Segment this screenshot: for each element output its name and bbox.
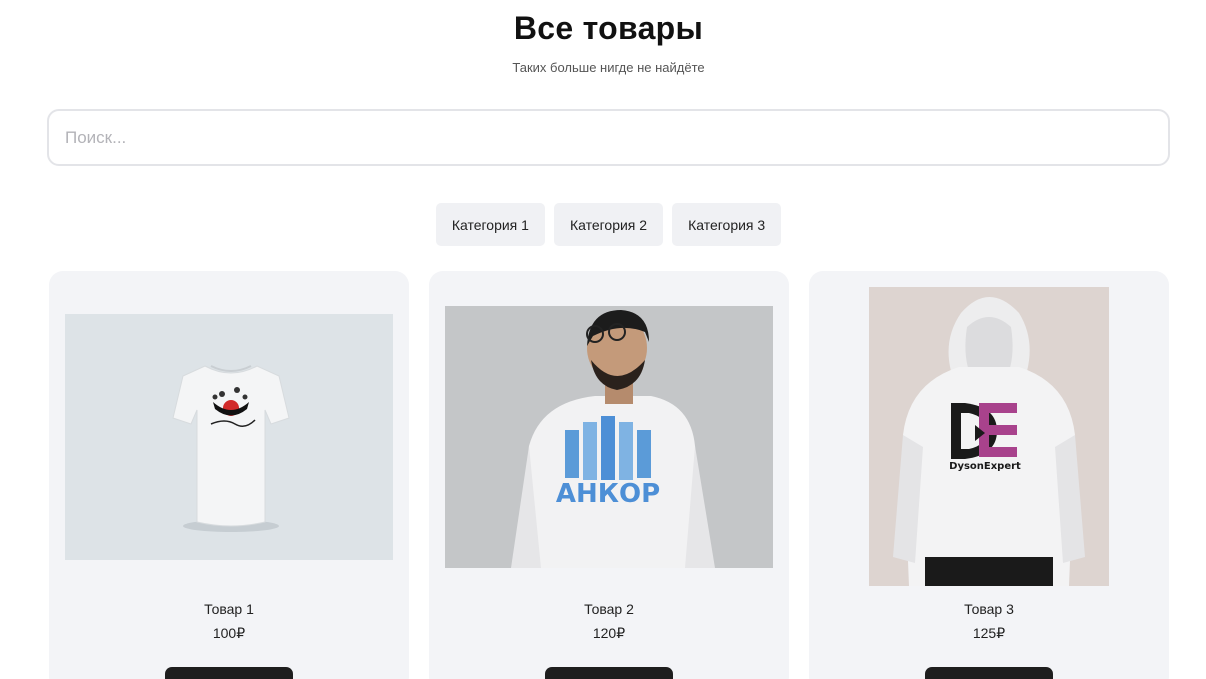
product-image-sweatshirt[interactable]: АНКОР — [445, 306, 773, 568]
product-name: Товар 1 — [204, 601, 254, 617]
product-card[interactable]: DysonExpert Товар 3 125₽ — [809, 271, 1169, 679]
buy-button[interactable] — [545, 667, 673, 679]
product-name: Товар 3 — [964, 601, 1014, 617]
product-price: 125₽ — [972, 625, 1006, 641]
product-name: Товар 2 — [584, 601, 634, 617]
category-button-2[interactable]: Категория 2 — [553, 203, 664, 246]
buy-button[interactable] — [925, 667, 1053, 679]
category-button-1[interactable]: Категория 1 — [435, 203, 545, 246]
ankor-logo-text: АНКОР — [556, 479, 660, 509]
product-price: 100₽ — [212, 625, 246, 641]
category-button-3[interactable]: Категория 3 — [672, 203, 782, 246]
category-filter-bar: Категория 1 Категория 2 Категория 3 — [0, 203, 1206, 246]
product-price: 120₽ — [592, 625, 626, 641]
page-subtitle: Таких больше нигде не найдёте — [512, 60, 705, 75]
buy-button[interactable] — [165, 667, 293, 679]
dysonexpert-logo-text: DysonExpert — [949, 461, 1021, 472]
product-image-hoodie[interactable]: DysonExpert — [869, 287, 1109, 586]
product-catalog-page: Все товары Таких больше нигде не найдёте… — [0, 0, 1206, 679]
page-title: Все товары — [513, 10, 704, 46]
product-card[interactable]: АНКОР Товар 2 120₽ — [429, 271, 789, 679]
product-card[interactable]: Товар 1 100₽ — [49, 271, 409, 679]
search-input[interactable] — [47, 109, 1170, 166]
product-image-tshirt[interactable] — [65, 314, 393, 560]
